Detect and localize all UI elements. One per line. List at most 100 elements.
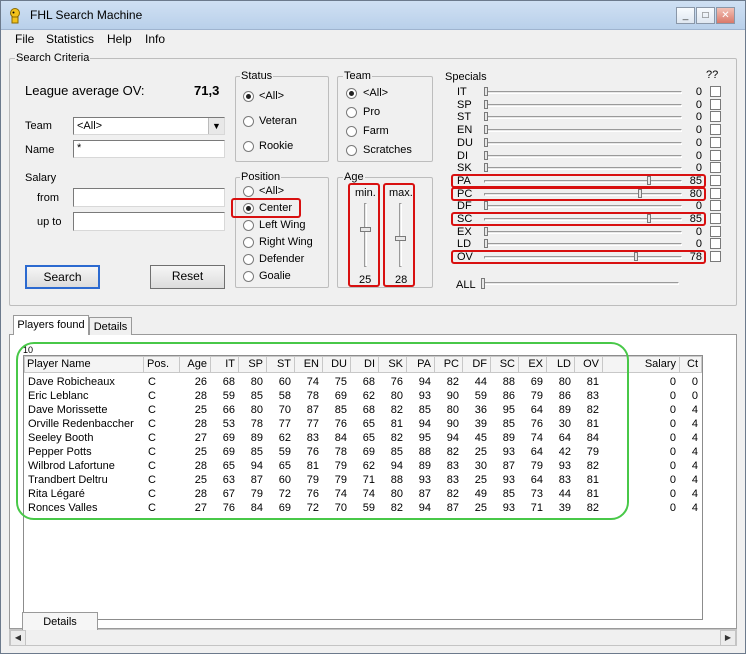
position-radio-all[interactable] (243, 186, 254, 197)
special-label-ex: EX (457, 226, 472, 238)
tab-bottom-details[interactable]: Details (22, 612, 98, 630)
position-radio-left-wing[interactable] (243, 220, 254, 231)
specials-all-track[interactable] (481, 282, 679, 285)
name-input[interactable]: * (73, 140, 225, 158)
special-checkbox-ld[interactable] (710, 238, 721, 249)
special-track-st[interactable] (484, 116, 682, 119)
special-slider-sk[interactable] (484, 163, 488, 172)
special-checkbox-pa[interactable] (710, 175, 721, 186)
name-label: Name (25, 144, 55, 156)
position-radio-defender[interactable] (243, 254, 254, 265)
special-checkbox-sp[interactable] (710, 99, 721, 110)
tab-players-found[interactable]: Players found (13, 315, 89, 335)
special-track-di[interactable] (484, 155, 682, 158)
menu-help[interactable]: Help (107, 32, 132, 46)
special-checkbox-st[interactable] (710, 111, 721, 122)
status-radio-veteran[interactable] (243, 116, 254, 127)
special-checkbox-df[interactable] (710, 200, 721, 211)
special-checkbox-en[interactable] (710, 124, 721, 135)
special-slider-di[interactable] (484, 151, 488, 160)
maximize-button[interactable]: □ (696, 7, 715, 24)
special-checkbox-sc[interactable] (710, 213, 721, 224)
special-label-sk: SK (457, 162, 472, 174)
table-cell: 4 (691, 418, 698, 430)
menu-file[interactable]: File (15, 32, 34, 46)
highlight-special-sc (451, 212, 706, 226)
menu-statistics[interactable]: Statistics (46, 32, 94, 46)
status-radio-all[interactable] (243, 91, 254, 102)
search-button[interactable]: Search (25, 265, 100, 289)
salary-from-input[interactable] (73, 188, 225, 207)
chevron-down-icon[interactable]: ▼ (208, 118, 224, 134)
special-slider-en[interactable] (484, 125, 488, 134)
specials-all-slider[interactable] (481, 278, 485, 289)
team-option-farm: Farm (363, 125, 389, 137)
special-slider-df[interactable] (484, 201, 488, 210)
status-option-veteran: Veteran (259, 115, 297, 127)
special-checkbox-di[interactable] (710, 150, 721, 161)
special-slider-it[interactable] (484, 87, 488, 96)
age-label: Age (343, 171, 365, 183)
team-label: Team (25, 120, 52, 132)
close-button[interactable]: ✕ (716, 7, 735, 24)
special-slider-ex[interactable] (484, 227, 488, 236)
special-slider-du[interactable] (484, 138, 488, 147)
special-value-df: 0 (695, 200, 702, 212)
special-checkbox-ex[interactable] (710, 226, 721, 237)
highlight-special-ov (451, 250, 706, 264)
special-value-sk: 0 (695, 162, 702, 174)
special-value-di: 0 (695, 150, 702, 162)
age-max-slider[interactable] (395, 236, 406, 241)
special-checkbox-pc[interactable] (710, 188, 721, 199)
table-cell: 4 (691, 446, 698, 458)
table-cell: 4 (691, 474, 698, 486)
status-radio-rookie[interactable] (243, 141, 254, 152)
scroll-right-icon[interactable]: ▶ (720, 630, 736, 646)
table-cell: 0 (691, 390, 698, 402)
column-header[interactable]: Ct (680, 357, 702, 372)
special-checkbox-du[interactable] (710, 137, 721, 148)
menu-info[interactable]: Info (145, 32, 165, 46)
special-value-it: 0 (695, 86, 702, 98)
position-radio-right-wing[interactable] (243, 237, 254, 248)
position-radio-goalie[interactable] (243, 271, 254, 282)
special-slider-sp[interactable] (484, 100, 488, 109)
reset-button[interactable]: Reset (150, 265, 225, 289)
salary-from-label: from (37, 192, 59, 204)
team-radio-scratches[interactable] (346, 145, 357, 156)
age-min-value: 25 (359, 274, 372, 286)
tab-details[interactable]: Details (89, 317, 132, 335)
special-track-it[interactable] (484, 91, 682, 94)
special-track-en[interactable] (484, 129, 682, 132)
age-max-track[interactable] (399, 203, 402, 267)
special-track-sp[interactable] (484, 104, 682, 107)
special-value-du: 0 (695, 137, 702, 149)
salary-upto-input[interactable] (73, 212, 225, 231)
special-track-ex[interactable] (484, 231, 682, 234)
special-label-en: EN (457, 124, 473, 136)
age-min-slider[interactable] (360, 227, 371, 232)
special-checkbox-it[interactable] (710, 86, 721, 97)
special-slider-st[interactable] (484, 112, 488, 121)
special-track-du[interactable] (484, 142, 682, 145)
special-checkbox-ov[interactable] (710, 251, 721, 262)
salary-label: Salary (25, 172, 57, 184)
special-slider-ld[interactable] (484, 239, 488, 248)
special-track-sk[interactable] (484, 167, 682, 170)
team-option-pro: Pro (363, 106, 381, 118)
special-track-ld[interactable] (484, 243, 682, 246)
special-track-df[interactable] (484, 205, 682, 208)
special-checkbox-sk[interactable] (710, 162, 721, 173)
team-radio-pro[interactable] (346, 107, 357, 118)
team-radio-all[interactable] (346, 88, 357, 99)
position-option-goalie: Goalie (259, 270, 291, 282)
scroll-left-icon[interactable]: ◀ (10, 630, 26, 646)
team-select[interactable]: <All> ▼ (73, 117, 225, 135)
table-cell: 4 (691, 460, 698, 472)
age-min-track[interactable] (364, 203, 367, 267)
special-value-en: 0 (695, 124, 702, 136)
horizontal-scrollbar[interactable] (9, 629, 737, 646)
team-radio-farm[interactable] (346, 126, 357, 137)
minimize-button[interactable]: _ (676, 7, 695, 24)
special-label-di: DI (457, 150, 468, 162)
